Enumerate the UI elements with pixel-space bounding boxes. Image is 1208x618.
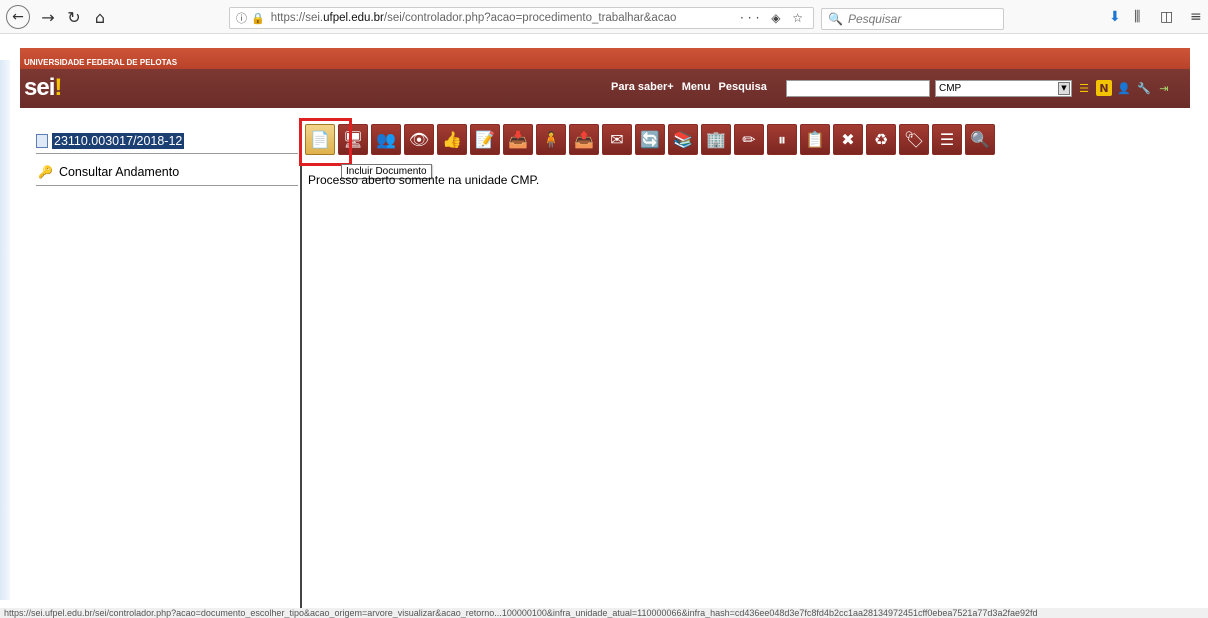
process-link[interactable]: 23110.003017/2018-12 (36, 128, 298, 154)
anotacoes-button[interactable]: 📝 (470, 124, 500, 155)
university-name: UNIVERSIDADE FEDERAL DE PELOTAS (20, 48, 1190, 69)
header-icons: ☰ N 👤 🔧 ⇥ (1076, 80, 1172, 96)
marcador-button[interactable]: 🏷 (899, 124, 929, 155)
key-icon: 🔑 (38, 164, 53, 179)
exit-icon[interactable]: ⇥ (1156, 80, 1172, 96)
reload-icon[interactable]: ↻ (62, 5, 86, 29)
library-icon[interactable]: ⫼ (1134, 9, 1140, 25)
status-bar-url: https://sei.ufpel.edu.br/sei/controlador… (0, 608, 1208, 618)
browser-search-input[interactable]: 🔍 Pesquisar (821, 8, 1004, 30)
duplicar-processo-button[interactable]: 🔄 (635, 124, 665, 155)
pesquisa-input[interactable] (786, 80, 930, 97)
para-saber-link[interactable]: Para saber+ (611, 81, 674, 93)
consultar-andamento-label: Consultar Andamento (58, 164, 180, 179)
ciencia-button[interactable]: 🧍 (536, 124, 566, 155)
list-icon[interactable]: ☰ (1076, 80, 1092, 96)
search-icon: 🔍 (828, 12, 843, 26)
sei-logo[interactable]: sei! (24, 74, 62, 102)
unit-select[interactable]: CMP ▼ (935, 80, 1072, 97)
reciclar-button[interactable]: ♻ (866, 124, 896, 155)
bloco-button[interactable]: ⏸ (767, 124, 797, 155)
enviar-processo-button[interactable]: 👥 (371, 124, 401, 155)
process-message: Processo aberto somente na unidade CMP. (308, 173, 540, 187)
url-text: https://sei.ufpel.edu.br/sei/controlador… (270, 12, 677, 24)
lock-icon: 🔒 (251, 11, 265, 25)
chevron-down-icon[interactable]: ▼ (1058, 82, 1070, 95)
top-links: Para saber+ Menu Pesquisa (611, 81, 772, 93)
enviar-email-button[interactable]: ✉ (602, 124, 632, 155)
lista-button[interactable]: ☰ (932, 124, 962, 155)
user-icon[interactable]: 👤 (1116, 80, 1132, 96)
menu-icon[interactable]: ≡ (1190, 9, 1202, 25)
sobrestar-button[interactable]: 📤 (569, 124, 599, 155)
page-edge-decoration (0, 60, 10, 600)
acompanhamento-button[interactable]: 👁 (404, 124, 434, 155)
url-bar[interactable]: ⓘ 🔒 https://sei.ufpel.edu.br/sei/control… (229, 7, 814, 29)
sei-header: UNIVERSIDADE FEDERAL DE PELOTAS sei! Par… (20, 48, 1190, 108)
process-toolbar: 📄 🖥 👥 👁 👍 📝 📥 🧍 📤 ✉ 🔄 📚 🏢 ✏ ⏸ 📋 ✖ ♻ 🏷 ☰ 🔍 (305, 124, 995, 155)
notes-icon[interactable]: N (1096, 80, 1112, 96)
pesquisa-link[interactable]: Pesquisa (719, 81, 767, 93)
highlight-box (299, 118, 352, 166)
page-actions-icons[interactable]: ··· ◈ ☆ (740, 11, 807, 25)
sei-main-bar: sei! Para saber+ Menu Pesquisa CMP ▼ ☰ N… (20, 69, 1190, 108)
tools-icon[interactable]: 🔧 (1136, 80, 1152, 96)
panel-splitter[interactable] (300, 118, 302, 608)
back-arrow-icon[interactable]: ← (6, 5, 30, 29)
info-icon[interactable]: ⓘ (236, 10, 247, 26)
process-tree: 23110.003017/2018-12 🔑 Consultar Andamen… (36, 118, 298, 608)
browser-toolbar: ← → ↻ ⌂ ⓘ 🔒 https://sei.ufpel.edu.br/sei… (0, 0, 1208, 34)
consultar-andamento-link[interactable]: 🔑 Consultar Andamento (36, 158, 298, 186)
home-icon[interactable]: ⌂ (88, 5, 112, 29)
atribuir-processo-button[interactable]: 👍 (437, 124, 467, 155)
gerar-pdf-button[interactable]: 📥 (503, 124, 533, 155)
search-placeholder: Pesquisar (847, 12, 902, 26)
excluir-button[interactable]: ✖ (833, 124, 863, 155)
gerar-zip-button[interactable]: 🏢 (701, 124, 731, 155)
download-icon[interactable]: ⬇ (1109, 9, 1121, 25)
process-number[interactable]: 23110.003017/2018-12 (52, 132, 185, 149)
forward-arrow-icon[interactable]: → (36, 5, 60, 29)
sidebar-icon[interactable]: ◫ (1160, 9, 1173, 25)
editar-processo-button[interactable]: 📋 (800, 124, 830, 155)
pesquisar-button[interactable]: 🔍 (965, 124, 995, 155)
anotar-button[interactable]: ✏ (734, 124, 764, 155)
process-folder-icon (36, 133, 48, 148)
relacionamentos-button[interactable]: 📚 (668, 124, 698, 155)
menu-link[interactable]: Menu (682, 81, 711, 93)
